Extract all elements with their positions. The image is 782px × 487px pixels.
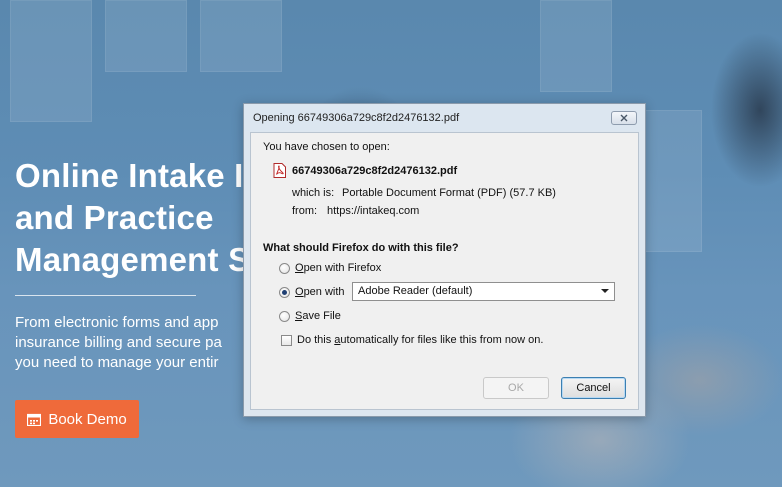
intro-text: You have chosen to open: bbox=[263, 141, 390, 153]
window-pane bbox=[640, 110, 702, 252]
auto-action-checkbox[interactable] bbox=[281, 335, 292, 346]
file-type: Portable Document Format (PDF) (57.7 KB) bbox=[342, 187, 556, 199]
open-file-dialog: Opening 66749306a729c8f2d2476132.pdf You… bbox=[243, 103, 646, 417]
file-name: 66749306a729c8f2d2476132.pdf bbox=[292, 165, 458, 177]
save-file-label[interactable]: Save File bbox=[295, 310, 341, 322]
book-demo-label: Book Demo bbox=[48, 410, 127, 428]
save-file-radio[interactable] bbox=[279, 311, 290, 322]
dialog-titlebar[interactable]: Opening 66749306a729c8f2d2476132.pdf bbox=[244, 104, 645, 131]
open-with-radio[interactable] bbox=[279, 287, 290, 298]
window-pane bbox=[105, 0, 187, 72]
window-pane bbox=[540, 0, 612, 92]
calendar-icon bbox=[27, 413, 42, 426]
application-select-value: Adobe Reader (default) bbox=[358, 285, 473, 297]
window-pane bbox=[200, 0, 282, 72]
action-question: What should Firefox do with this file? bbox=[263, 242, 459, 254]
from-label: from: bbox=[292, 205, 318, 217]
auto-action-label[interactable]: Do this automatically for files like thi… bbox=[297, 334, 543, 346]
dialog-body: You have chosen to open: 66749306a729c8f… bbox=[250, 132, 639, 410]
hero-divider bbox=[15, 295, 196, 296]
window-pane bbox=[10, 0, 92, 122]
open-with-label[interactable]: Open with bbox=[295, 286, 345, 298]
book-demo-button[interactable]: Book Demo bbox=[15, 400, 139, 438]
dialog-title: Opening 66749306a729c8f2d2476132.pdf bbox=[253, 112, 460, 124]
cancel-button[interactable]: Cancel bbox=[561, 377, 626, 399]
hero-headline: Online Intake I and Practice Management … bbox=[15, 157, 251, 278]
application-select[interactable]: Adobe Reader (default) bbox=[352, 282, 615, 301]
open-with-firefox-label[interactable]: Open with Firefox bbox=[295, 262, 381, 274]
ok-button[interactable]: OK bbox=[483, 377, 549, 399]
open-with-firefox-radio[interactable] bbox=[279, 263, 290, 274]
source-url: https://intakeq.com bbox=[327, 205, 420, 217]
pdf-icon bbox=[273, 163, 286, 178]
which-is-label: which is: bbox=[292, 187, 335, 199]
close-button[interactable] bbox=[611, 111, 637, 125]
close-icon bbox=[620, 114, 628, 122]
chevron-down-icon bbox=[601, 289, 609, 293]
